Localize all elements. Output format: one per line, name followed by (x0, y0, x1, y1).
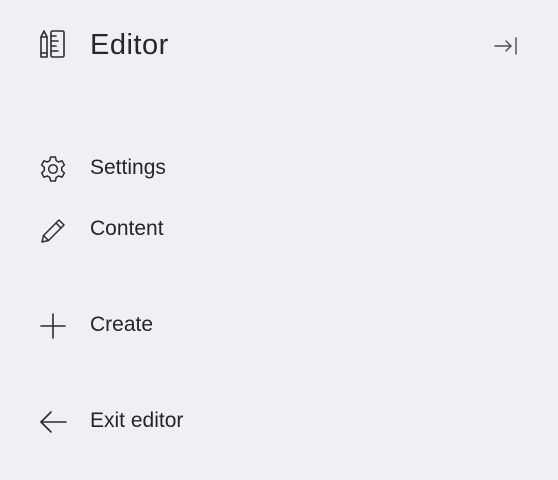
arrow-left-icon (38, 407, 68, 437)
nav-item-label: Settings (90, 156, 166, 179)
editor-header: Editor (0, 0, 558, 92)
nav-item-exit-editor[interactable]: Exit editor (0, 399, 300, 443)
nav-item-label: Content (90, 217, 164, 240)
gear-icon (38, 154, 68, 184)
nav-item-content[interactable]: Content (0, 207, 300, 251)
pencil-icon (38, 215, 68, 245)
collapse-right-icon (493, 36, 519, 56)
plus-icon (38, 311, 68, 341)
nav-item-label: Exit editor (90, 409, 184, 432)
nav-item-create[interactable]: Create (0, 303, 300, 347)
collapse-panel-button[interactable] (490, 32, 522, 60)
nav-item-label: Create (90, 313, 154, 336)
nav-item-settings[interactable]: Settings (0, 146, 300, 190)
page-title: Editor (90, 29, 169, 61)
pencil-ruler-icon (38, 28, 68, 60)
